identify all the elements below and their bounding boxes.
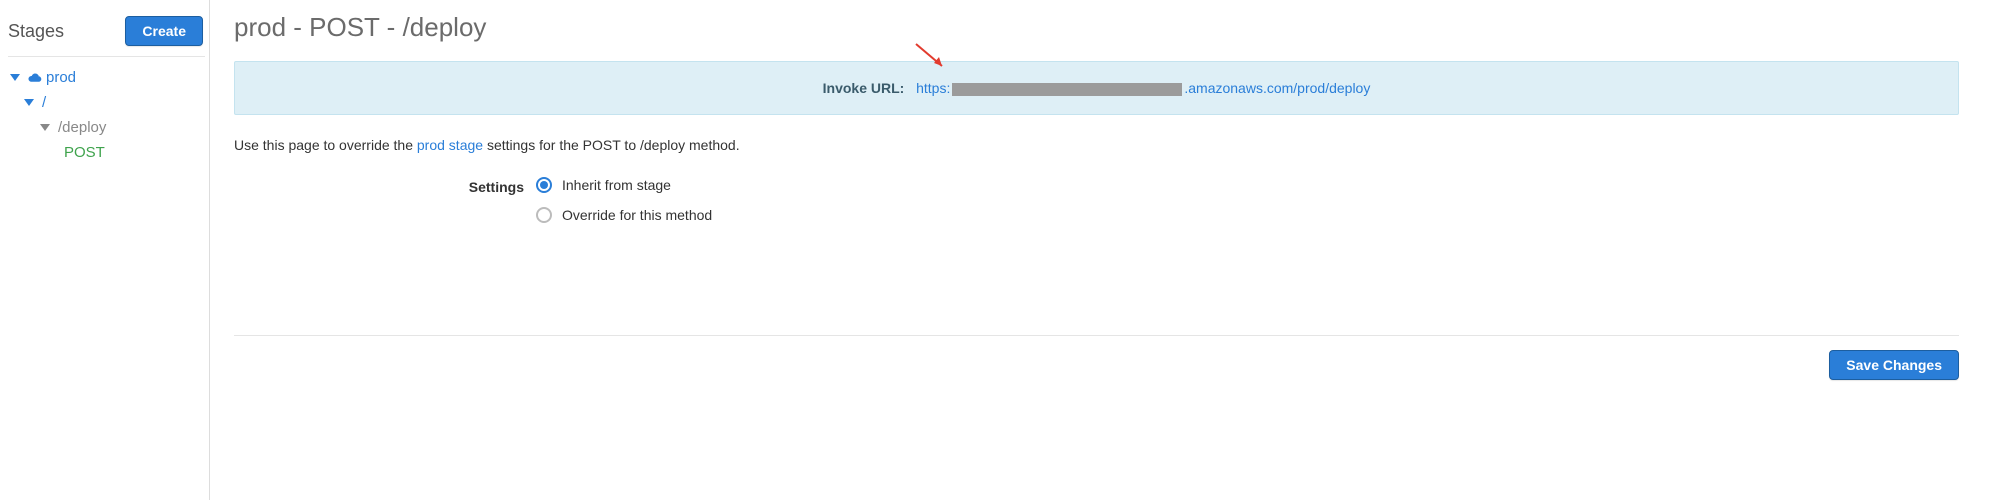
caret-down-icon <box>24 99 34 106</box>
tree-label-method: POST <box>64 144 105 161</box>
radio-override-label: Override for this method <box>562 207 712 223</box>
radio-override[interactable]: Override for this method <box>536 207 712 223</box>
desc-post: settings for the POST to /deploy method. <box>483 137 740 153</box>
invoke-url-prefix: https: <box>916 80 950 96</box>
footer: Save Changes <box>234 335 1959 380</box>
tree-node-method[interactable]: POST <box>8 140 205 165</box>
tree-label-stage: prod <box>46 69 76 86</box>
sidebar-header: Stages Create <box>8 8 205 57</box>
invoke-url-label: Invoke URL: <box>823 80 905 96</box>
sidebar: Stages Create prod / /deploy POST <box>0 0 210 500</box>
tree-node-stage[interactable]: prod <box>8 65 205 90</box>
settings-label: Settings <box>234 177 524 195</box>
tree-node-root[interactable]: / <box>8 90 205 115</box>
settings-radio-group: Inherit from stage Override for this met… <box>536 177 712 223</box>
radio-button-icon <box>536 177 552 193</box>
invoke-url-redacted <box>952 83 1182 96</box>
save-changes-button[interactable]: Save Changes <box>1829 350 1959 380</box>
prod-stage-link[interactable]: prod stage <box>417 137 483 153</box>
page-title: prod - POST - /deploy <box>234 12 1959 43</box>
radio-inherit-label: Inherit from stage <box>562 177 671 193</box>
sidebar-title: Stages <box>8 21 64 42</box>
page-description: Use this page to override the prod stage… <box>234 137 1959 153</box>
caret-down-icon <box>10 74 20 81</box>
radio-inherit[interactable]: Inherit from stage <box>536 177 712 193</box>
main-panel: prod - POST - /deploy Invoke URL: https:… <box>210 0 1999 500</box>
create-stage-button[interactable]: Create <box>125 16 203 46</box>
invoke-url-banner: Invoke URL: https: .amazonaws.com/prod/de… <box>234 61 1959 115</box>
invoke-url-suffix: .amazonaws.com/prod/deploy <box>1184 80 1370 96</box>
stages-tree: prod / /deploy POST <box>8 65 205 165</box>
desc-pre: Use this page to override the <box>234 137 417 153</box>
radio-button-icon <box>536 207 552 223</box>
tree-label-resource: /deploy <box>58 119 106 136</box>
caret-down-icon <box>40 124 50 131</box>
tree-node-resource[interactable]: /deploy <box>8 115 205 140</box>
cloud-icon <box>28 72 42 84</box>
invoke-url-link[interactable]: https: .amazonaws.com/prod/deploy <box>916 80 1370 96</box>
tree-label-root: / <box>42 94 46 111</box>
settings-section: Settings Inherit from stage Override for… <box>234 177 1959 223</box>
